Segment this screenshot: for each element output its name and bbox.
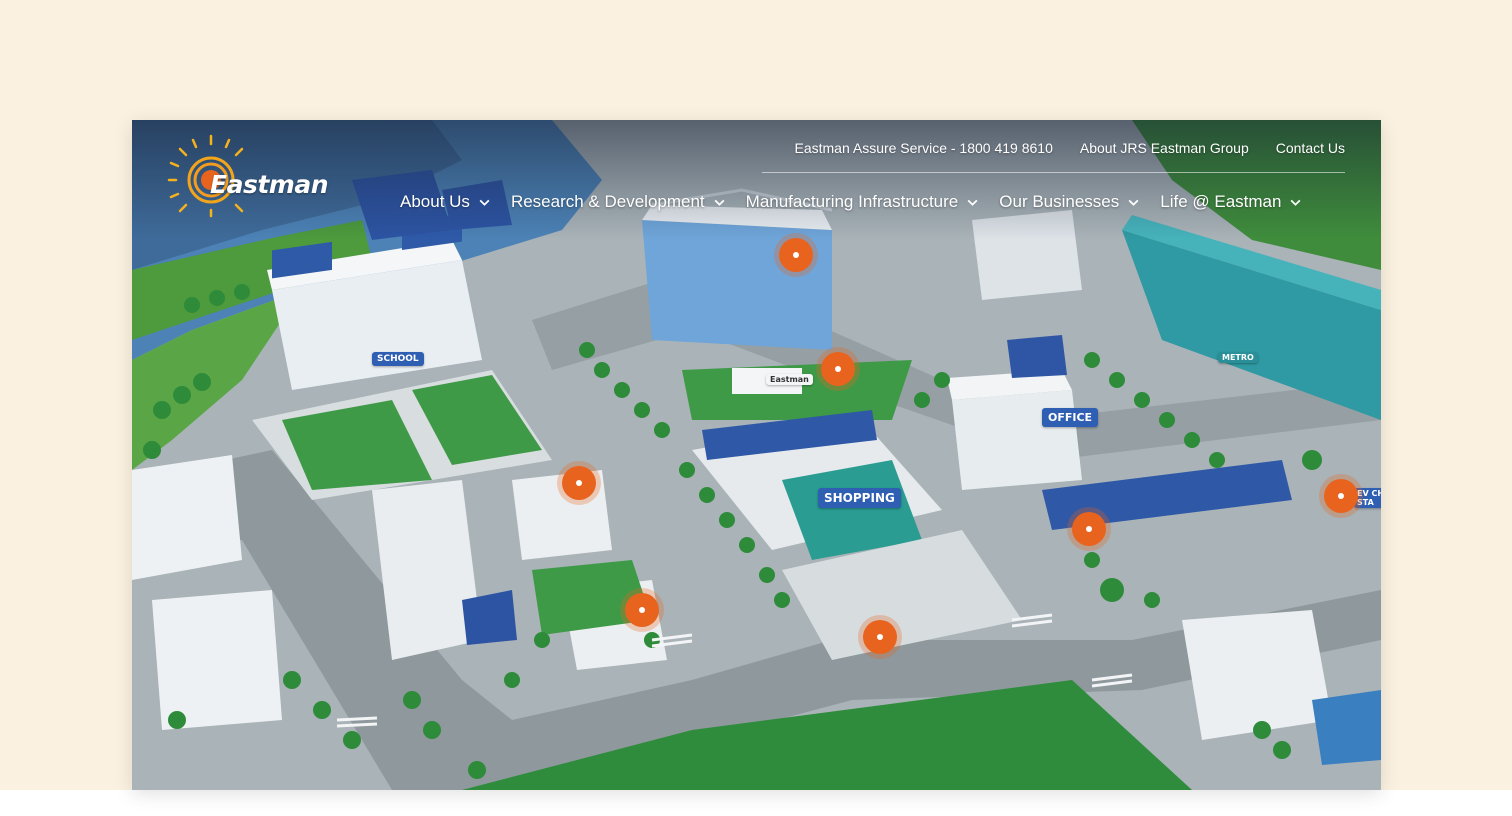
- chevron-down-icon: [479, 199, 490, 206]
- ev-station-sign: EV CH STA: [1354, 488, 1381, 508]
- eastman-logo[interactable]: Eastman: [166, 130, 336, 220]
- contact-us-link[interactable]: Contact Us: [1276, 140, 1345, 156]
- utility-nav: Eastman Assure Service - 1800 419 8610 A…: [794, 140, 1345, 156]
- chevron-down-icon: [1128, 199, 1139, 206]
- hotspot-house-upper[interactable]: [562, 466, 596, 500]
- nav-manufacturing-infrastructure-label: Manufacturing Infrastructure: [745, 192, 959, 211]
- hero-map-frame: SCHOOL OFFICE SHOPPING METRO EV CH STA E…: [132, 120, 1381, 790]
- nav-life-at-eastman[interactable]: Life @ Eastman: [1160, 192, 1302, 212]
- logo-text: Eastman: [210, 170, 329, 199]
- chevron-down-icon: [714, 199, 725, 206]
- hotspot-research-building[interactable]: [779, 238, 813, 272]
- main-nav: About Us Research & Development Manufact…: [400, 192, 1322, 212]
- nav-about-us[interactable]: About Us: [400, 192, 491, 212]
- hotspot-house-lower[interactable]: [625, 593, 659, 627]
- assure-service-link[interactable]: Eastman Assure Service - 1800 419 8610: [794, 140, 1052, 156]
- hotspot-ev-station[interactable]: [1324, 479, 1358, 513]
- nav-life-at-eastman-label: Life @ Eastman: [1160, 192, 1282, 211]
- hotspot-ev-canopy[interactable]: [1072, 512, 1106, 546]
- hotspot-eastman-hq[interactable]: [821, 352, 855, 386]
- office-sign: OFFICE: [1042, 408, 1099, 427]
- metro-sign: METRO: [1218, 352, 1258, 363]
- nav-our-businesses-label: Our Businesses: [999, 192, 1120, 211]
- nav-manufacturing-infrastructure[interactable]: Manufacturing Infrastructure: [746, 192, 980, 212]
- nav-about-us-label: About Us: [400, 192, 470, 211]
- page-bottom-strip: [0, 790, 1512, 816]
- header-divider: [762, 172, 1345, 173]
- school-sign: SCHOOL: [372, 352, 424, 366]
- shopping-sign: SHOPPING: [818, 488, 901, 508]
- nav-research-development-label: Research & Development: [510, 192, 705, 211]
- chevron-down-icon: [1291, 199, 1301, 206]
- about-jrs-group-link[interactable]: About JRS Eastman Group: [1080, 140, 1249, 156]
- building-logo-sign: Eastman: [766, 374, 813, 385]
- nav-research-development[interactable]: Research & Development: [511, 192, 726, 212]
- hotspot-shopping-parking[interactable]: [863, 620, 897, 654]
- chevron-down-icon: [967, 199, 978, 206]
- nav-our-businesses[interactable]: Our Businesses: [999, 192, 1140, 212]
